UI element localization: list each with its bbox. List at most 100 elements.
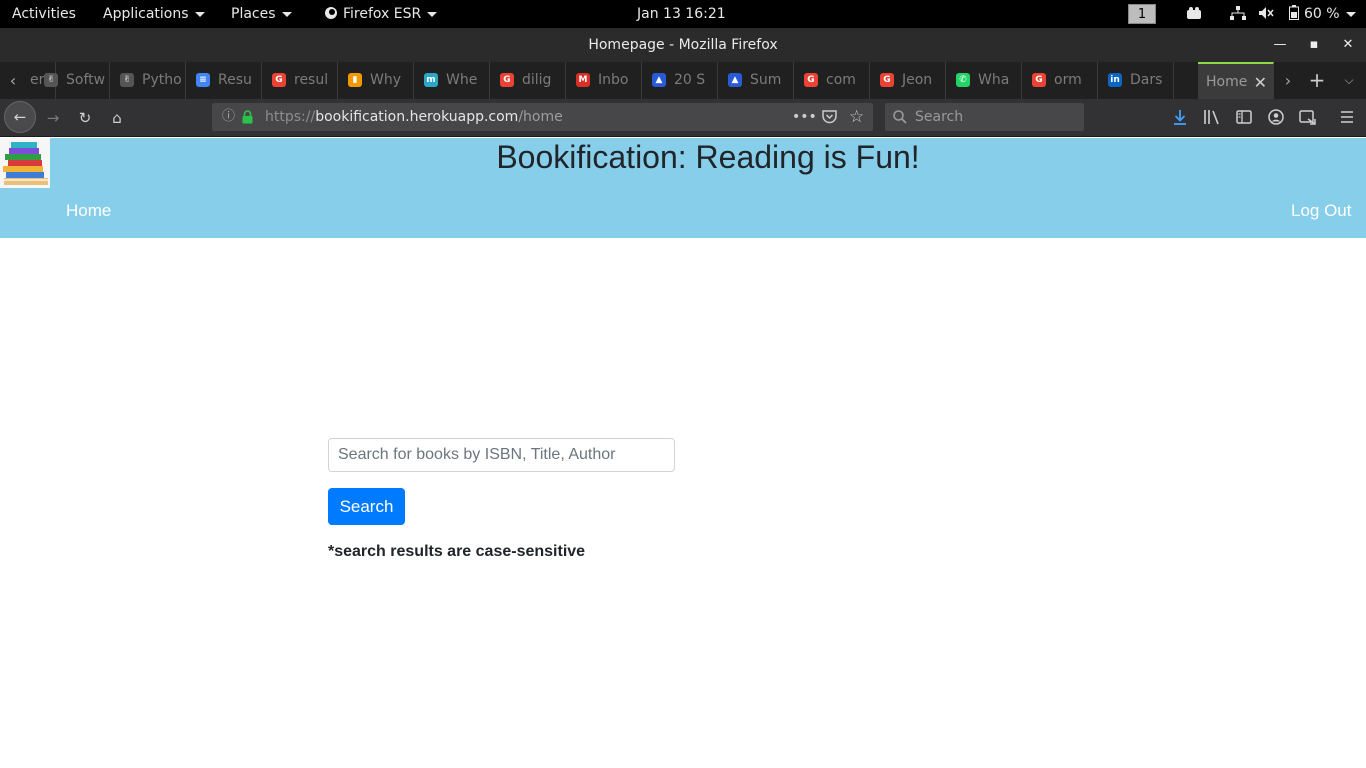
tab-label: Why bbox=[370, 72, 402, 88]
book-search-input[interactable]: Search for books by ISBN, Title, Author bbox=[328, 438, 675, 472]
tab[interactable]: ▲ 20 S bbox=[642, 62, 718, 99]
tab-label: 20 S bbox=[674, 72, 706, 88]
battery-icon bbox=[1289, 5, 1299, 20]
tab[interactable]: ✌ Pytho bbox=[110, 62, 186, 99]
forward-button[interactable]: → bbox=[40, 105, 66, 131]
m-icon: m bbox=[424, 73, 438, 87]
page-actions-icon[interactable]: ••• bbox=[792, 103, 817, 131]
tab-label: Home bbox=[1206, 74, 1248, 90]
tab[interactable]: G Jeon bbox=[870, 62, 946, 99]
scroll-tabs-right-icon[interactable]: › bbox=[1277, 62, 1299, 99]
firefox-icon bbox=[325, 7, 337, 19]
google-icon: G bbox=[880, 73, 894, 87]
places-label: Places bbox=[231, 6, 276, 22]
whatsapp-icon: ✆ bbox=[956, 73, 970, 87]
reload-button[interactable]: ↻ bbox=[72, 105, 98, 131]
list-all-tabs-icon[interactable]: ⌵ bbox=[1338, 62, 1360, 99]
tab[interactable]: M Inbo bbox=[566, 62, 642, 99]
tab-label: Wha bbox=[978, 72, 1010, 88]
places-menu[interactable]: Places bbox=[231, 0, 292, 28]
hand-icon: ✌ bbox=[44, 73, 58, 87]
search-icon bbox=[893, 110, 907, 124]
chevron-down-icon bbox=[194, 11, 205, 17]
sidebar-icon[interactable] bbox=[1236, 110, 1252, 124]
nav-home-link[interactable]: Home bbox=[66, 201, 111, 221]
gmail-icon: M bbox=[576, 73, 590, 87]
tab[interactable]: ≡ Resu bbox=[186, 62, 262, 99]
nav-logout-link[interactable]: Log Out bbox=[1291, 201, 1352, 221]
tab-label: resul bbox=[294, 72, 329, 88]
tab-label: Jeon bbox=[902, 72, 933, 88]
url-protocol: https:// bbox=[265, 109, 316, 125]
site-title: Bookification: Reading is Fun! bbox=[496, 139, 920, 175]
maximize-button[interactable]: ▪ bbox=[1302, 28, 1326, 62]
new-tab-button[interactable]: + bbox=[1306, 62, 1328, 99]
graduation-icon: ▲ bbox=[652, 73, 666, 87]
tab[interactable]: Gcom bbox=[794, 62, 870, 99]
web-page: Bookification: Reading is Fun! Home Log … bbox=[0, 138, 1366, 768]
google-icon: G bbox=[272, 73, 286, 87]
search-placeholder: Search bbox=[915, 109, 964, 125]
tab[interactable]: ▲ Sum bbox=[718, 62, 794, 99]
volume-muted-icon[interactable] bbox=[1258, 0, 1274, 28]
tab-label: Whe bbox=[446, 72, 478, 88]
tab-label: Inbo bbox=[598, 72, 629, 88]
screenshot-icon[interactable] bbox=[1299, 109, 1317, 125]
chevron-down-icon bbox=[281, 11, 292, 17]
tab[interactable]: Gdilig bbox=[490, 62, 566, 99]
battery-menu[interactable]: 60 % bbox=[1289, 0, 1356, 28]
tab[interactable]: in Dars bbox=[1098, 62, 1174, 99]
tab-label: com bbox=[826, 72, 856, 88]
camera-icon[interactable] bbox=[1186, 0, 1202, 28]
bookmark-star-icon[interactable]: ☆ bbox=[849, 103, 864, 131]
url-host: bookification.herokuapp.com bbox=[315, 109, 519, 125]
page-icon: ▮ bbox=[348, 73, 362, 87]
minimize-button[interactable]: — bbox=[1268, 28, 1292, 62]
close-window-button[interactable]: ✕ bbox=[1336, 28, 1360, 62]
back-button[interactable]: ← bbox=[4, 101, 36, 133]
workspace-indicator[interactable]: 1 bbox=[1128, 4, 1156, 24]
library-icon[interactable] bbox=[1203, 109, 1221, 125]
home-button[interactable]: ⌂ bbox=[104, 105, 130, 131]
applications-label: Applications bbox=[103, 6, 189, 22]
downloads-icon[interactable] bbox=[1172, 109, 1188, 126]
account-icon[interactable] bbox=[1268, 109, 1284, 125]
tab-label: Dars bbox=[1130, 72, 1163, 88]
tab-active[interactable]: Home ✕ bbox=[1198, 62, 1274, 99]
window-title: Homepage - Mozilla Firefox bbox=[588, 37, 778, 53]
tab-label: dilig bbox=[522, 72, 552, 88]
network-icon[interactable] bbox=[1230, 0, 1246, 28]
search-button[interactable]: Search bbox=[328, 488, 405, 525]
tab[interactable]: Gresul bbox=[262, 62, 338, 99]
info-icon[interactable]: ⓘ bbox=[222, 103, 235, 131]
google-icon: G bbox=[500, 73, 514, 87]
applications-menu[interactable]: Applications bbox=[103, 0, 205, 28]
pocket-icon[interactable] bbox=[822, 110, 837, 124]
google-icon: G bbox=[1032, 73, 1046, 87]
clock[interactable]: Jan 13 16:21 bbox=[637, 0, 726, 28]
system-top-bar: Activities Applications Places Firefox E… bbox=[0, 0, 1366, 28]
hamburger-menu-icon[interactable] bbox=[1339, 110, 1355, 124]
url-bar[interactable]: ⓘ https://bookification.herokuapp.com/ho… bbox=[212, 103, 873, 131]
graduation-icon: ▲ bbox=[728, 73, 742, 87]
chevron-down-icon bbox=[427, 11, 438, 17]
activities-button[interactable]: Activities bbox=[12, 0, 76, 28]
window-title-bar[interactable]: Homepage - Mozilla Firefox — ▪ ✕ bbox=[0, 28, 1366, 62]
search-bar[interactable]: Search bbox=[885, 103, 1084, 131]
tab[interactable]: ✆ Wha bbox=[946, 62, 1022, 99]
tab[interactable]: m Whe bbox=[414, 62, 490, 99]
linkedin-icon: in bbox=[1108, 73, 1122, 87]
tab[interactable]: ✌ Softw bbox=[34, 62, 110, 99]
site-header: Bookification: Reading is Fun! Home Log … bbox=[0, 138, 1366, 238]
battery-percent: 60 % bbox=[1304, 6, 1340, 22]
app-menu[interactable]: Firefox ESR bbox=[324, 0, 438, 28]
navigation-toolbar: ← → ↻ ⌂ ⓘ https://bookification.herokuap… bbox=[0, 99, 1366, 137]
case-sensitive-note: *search results are case-sensitive bbox=[328, 543, 586, 560]
lock-icon[interactable] bbox=[242, 110, 253, 124]
tab[interactable]: Gorm bbox=[1022, 62, 1098, 99]
tab-label: Resu bbox=[218, 72, 252, 88]
tab-label: orm bbox=[1054, 72, 1082, 88]
chevron-down-icon bbox=[1345, 11, 1356, 17]
tab[interactable]: ▮ Why bbox=[338, 62, 414, 99]
close-tab-icon[interactable]: ✕ bbox=[1254, 64, 1267, 99]
